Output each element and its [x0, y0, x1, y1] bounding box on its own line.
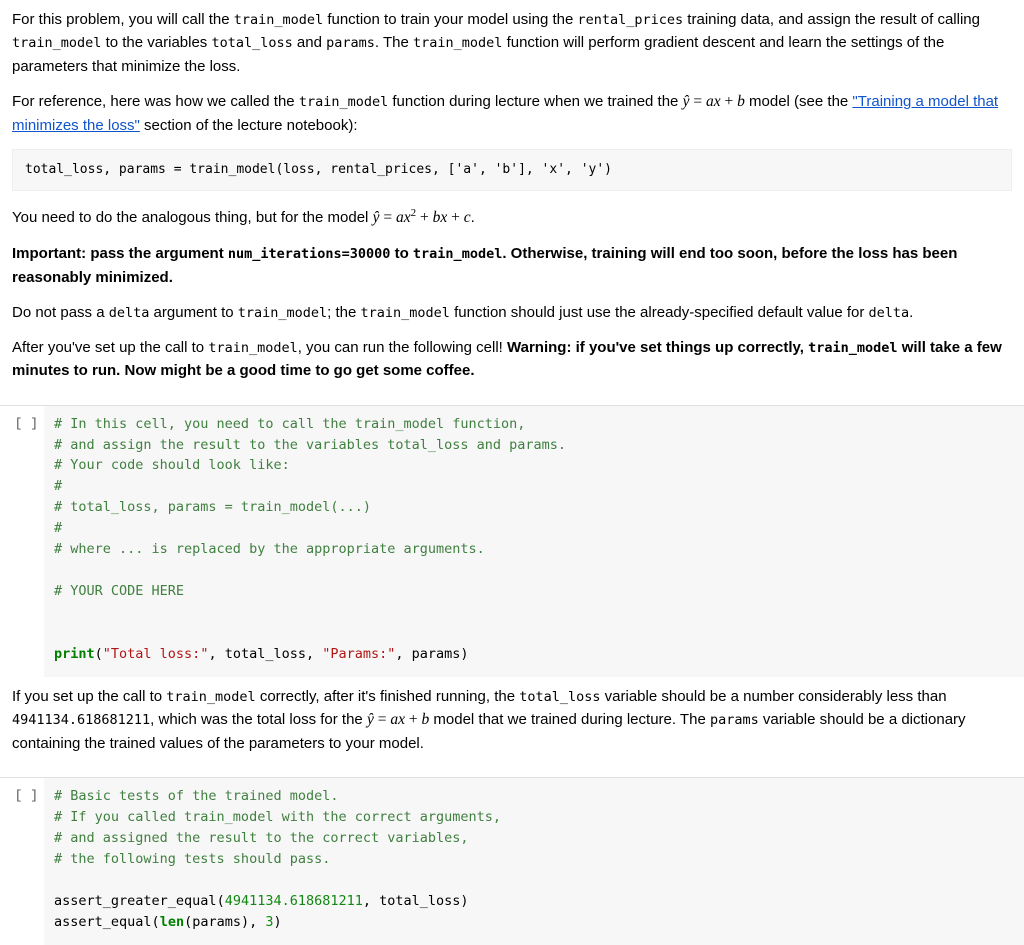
code-total-loss: total_loss: [519, 689, 600, 705]
equation-linear: ŷ = ax + b: [367, 711, 429, 728]
code-train-model: train_model: [413, 246, 502, 262]
code-train-model: train_model: [12, 35, 101, 51]
cell-prompt: [ ]: [0, 778, 44, 944]
code-params: params: [710, 712, 759, 728]
code-train-model: train_model: [413, 35, 502, 51]
code-params: params: [326, 35, 375, 51]
code-train-model: train_model: [361, 305, 450, 321]
code-delta: delta: [109, 305, 150, 321]
para-delta: Do not pass a delta argument to train_mo…: [12, 301, 1012, 324]
code-editor[interactable]: # In this cell, you need to call the tra…: [44, 406, 1024, 677]
para-analogous: You need to do the analogous thing, but …: [12, 205, 1012, 230]
code-delta: delta: [869, 305, 910, 321]
para-important: Important: pass the argument num_iterati…: [12, 242, 1012, 289]
code-cell-2: [ ] # Basic tests of the trained model. …: [0, 777, 1024, 944]
code-rental-prices: rental_prices: [577, 12, 683, 28]
code-loss-number: 4941134.618681211: [12, 712, 150, 728]
cell-prompt: [ ]: [0, 406, 44, 677]
code-num-iterations: num_iterations=30000: [228, 246, 391, 262]
code-train-model: train_model: [238, 305, 327, 321]
para-intro: For this problem, you will call the trai…: [12, 8, 1012, 78]
code-editor[interactable]: # Basic tests of the trained model. # If…: [44, 778, 1024, 944]
code-train-model: train_model: [208, 340, 297, 356]
markdown-cell-1: For this problem, you will call the trai…: [0, 0, 1024, 403]
code-train-model: train_model: [299, 94, 388, 110]
code-train-model: train_model: [166, 689, 255, 705]
code-block-example: total_loss, params = train_model(loss, r…: [12, 149, 1012, 191]
equation-linear: ŷ = ax + b: [683, 93, 745, 110]
para-reference: For reference, here was how we called th…: [12, 90, 1012, 137]
code-train-model: train_model: [234, 12, 323, 28]
code-train-model: train_model: [808, 340, 897, 356]
para-after-cell: If you set up the call to train_model co…: [12, 685, 1012, 756]
code-cell-1: [ ] # In this cell, you need to call the…: [0, 405, 1024, 677]
equation-quadratic: ŷ = ax2 + bx + c: [373, 209, 471, 226]
code-total-loss: total_loss: [211, 35, 292, 51]
para-warning: After you've set up the call to train_mo…: [12, 336, 1012, 383]
markdown-cell-2: If you set up the call to train_model co…: [0, 677, 1024, 776]
